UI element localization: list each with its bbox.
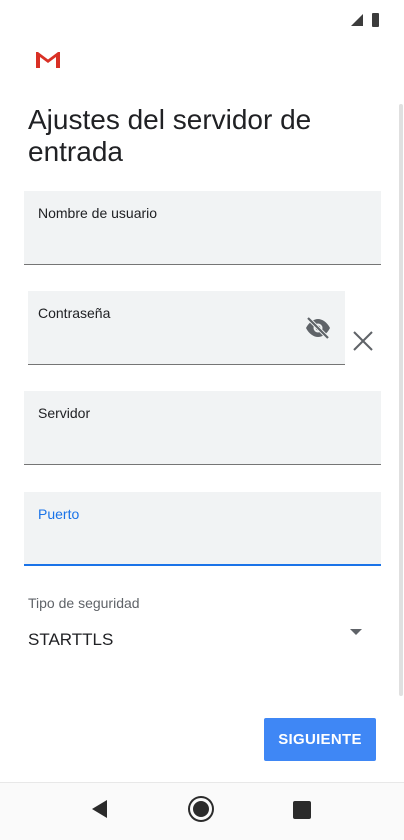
home-icon[interactable] — [190, 798, 212, 820]
status-bar — [0, 0, 404, 40]
signal-icon — [351, 14, 363, 26]
back-icon[interactable] — [92, 800, 107, 818]
username-label: Nombre de usuario — [38, 205, 158, 221]
gmail-logo — [36, 52, 60, 68]
next-button[interactable]: SIGUIENTE — [264, 718, 376, 761]
eye-off-icon[interactable] — [305, 317, 331, 339]
password-label: Contraseña — [38, 305, 111, 321]
port-label: Puerto — [38, 506, 80, 522]
close-icon[interactable] — [352, 330, 374, 352]
port-field[interactable]: Puerto — [24, 492, 381, 566]
recents-icon[interactable] — [293, 801, 311, 819]
password-field[interactable]: Contraseña — [28, 291, 345, 365]
security-type-label: Tipo de seguridad — [28, 595, 140, 611]
server-field[interactable]: Servidor — [24, 391, 381, 465]
username-field[interactable]: Nombre de usuario — [24, 191, 381, 265]
dropdown-arrow-icon[interactable] — [350, 629, 362, 635]
server-label: Servidor — [38, 405, 91, 421]
page-title: Ajustes del servidor de entrada — [28, 104, 312, 167]
security-type-select[interactable]: STARTTLS — [28, 630, 113, 650]
scrollbar[interactable] — [399, 104, 403, 696]
battery-icon — [372, 13, 379, 27]
